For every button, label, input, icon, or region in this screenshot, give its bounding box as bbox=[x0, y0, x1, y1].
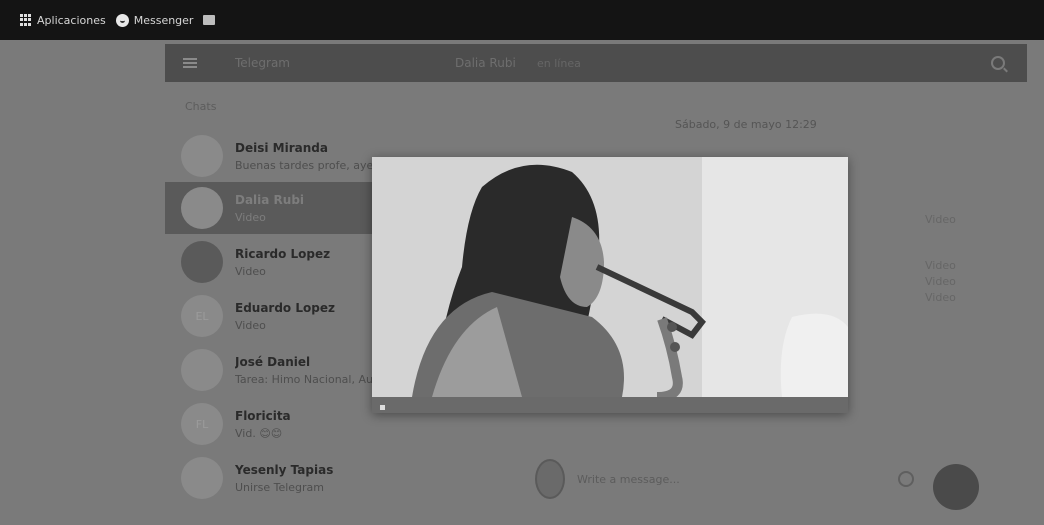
message-composer: Write a message... bbox=[535, 459, 680, 499]
message-list: Video Video Video Video bbox=[925, 212, 956, 306]
avatar bbox=[181, 457, 223, 499]
chat-preview: Vid. 😊😊 bbox=[235, 426, 283, 440]
media-viewer bbox=[372, 157, 848, 413]
chat-preview: Buenas tardes profe, ayer bbox=[235, 158, 373, 172]
send-button[interactable] bbox=[933, 464, 979, 510]
viewer-controls bbox=[372, 397, 848, 413]
avatar-initials: EL bbox=[195, 309, 209, 323]
chat-preview: Video bbox=[235, 318, 266, 332]
chat-list-item[interactable]: Ricardo Lopez Video bbox=[165, 236, 373, 288]
message-text: Video bbox=[925, 291, 956, 304]
chat-title[interactable]: Dalia Rubi bbox=[455, 56, 516, 70]
search-icon[interactable] bbox=[991, 56, 1005, 70]
chat-list: Chats Deisi Miranda Buenas tardes profe,… bbox=[165, 82, 373, 525]
chat-name: Floricita bbox=[235, 408, 291, 423]
avatar: EL bbox=[181, 295, 223, 337]
chat-preview: Video bbox=[235, 264, 266, 278]
emoji-icon[interactable] bbox=[898, 471, 914, 487]
saxophone-player-photo bbox=[372, 157, 848, 397]
chat-list-item[interactable]: José Daniel Tarea: Himo Nacional, Au bbox=[165, 344, 373, 396]
bookmark-square[interactable] bbox=[203, 15, 216, 25]
chat-name: José Daniel bbox=[235, 354, 311, 369]
avatar bbox=[181, 349, 223, 391]
chat-preview: Unirse Telegram bbox=[235, 480, 324, 494]
message-input[interactable]: Write a message... bbox=[577, 473, 680, 486]
microphone-icon[interactable] bbox=[535, 459, 565, 499]
chat-list-item[interactable]: EL Eduardo Lopez Video bbox=[165, 290, 373, 342]
bookmarks-bar: Aplicaciones Messenger bbox=[0, 0, 1044, 40]
message-text: Video bbox=[925, 213, 956, 226]
chat-list-item-active[interactable]: Dalia Rubi Video bbox=[165, 182, 373, 234]
chat-list-section-label: Chats bbox=[185, 100, 217, 113]
viewer-indicator bbox=[380, 405, 385, 410]
avatar bbox=[181, 135, 223, 177]
chat-name: Yesenly Tapias bbox=[235, 462, 334, 477]
message-text: Video bbox=[925, 259, 956, 272]
date-separator: Sábado, 9 de mayo 12:29 bbox=[675, 118, 817, 131]
app-header: Telegram Dalia Rubi en línea bbox=[165, 44, 1027, 82]
chat-list-item[interactable]: FL Floricita Vid. 😊😊 bbox=[165, 398, 373, 450]
messenger-icon bbox=[115, 13, 129, 27]
bookmark-messenger[interactable]: Messenger bbox=[115, 13, 194, 27]
apps-grid-icon bbox=[20, 14, 32, 26]
bookmark-square-icon bbox=[203, 15, 216, 25]
chat-list-item[interactable]: Deisi Miranda Buenas tardes profe, ayer bbox=[165, 130, 373, 182]
chat-name: Deisi Miranda bbox=[235, 140, 328, 155]
bookmark-label: Aplicaciones bbox=[37, 13, 106, 27]
avatar bbox=[181, 187, 223, 229]
avatar bbox=[181, 241, 223, 283]
viewer-photo[interactable] bbox=[372, 157, 848, 397]
chat-name: Dalia Rubi bbox=[235, 192, 305, 207]
chat-name: Eduardo Lopez bbox=[235, 300, 335, 315]
app-title: Telegram bbox=[235, 56, 290, 70]
chat-preview: Tarea: Himo Nacional, Au bbox=[235, 372, 373, 386]
bookmark-apps[interactable]: Aplicaciones bbox=[20, 14, 106, 27]
chat-preview: Video bbox=[235, 210, 266, 224]
chat-name: Ricardo Lopez bbox=[235, 246, 331, 261]
message-text: Video bbox=[925, 275, 956, 288]
chat-list-item[interactable]: Yesenly Tapias Unirse Telegram bbox=[165, 452, 373, 504]
avatar-initials: FL bbox=[195, 417, 209, 431]
chat-status: en línea bbox=[537, 56, 581, 70]
bookmark-label: Messenger bbox=[133, 13, 194, 27]
avatar: FL bbox=[181, 403, 223, 445]
hamburger-menu-icon[interactable] bbox=[183, 58, 197, 68]
